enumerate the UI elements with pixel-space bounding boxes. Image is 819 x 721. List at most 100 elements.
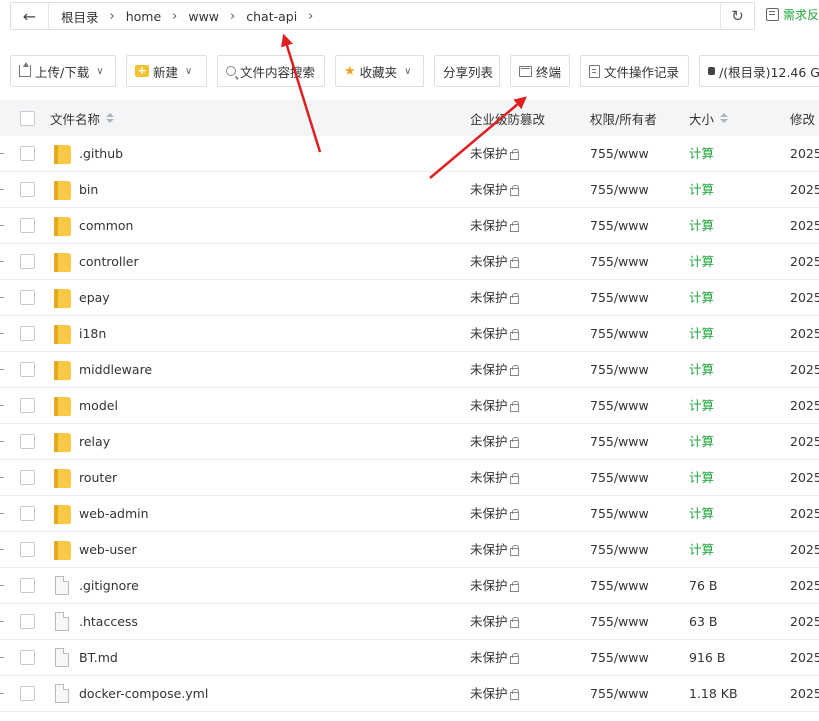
row-checkbox[interactable] xyxy=(20,686,35,701)
permission-owner[interactable]: 755/www xyxy=(590,136,649,172)
table-row[interactable]: bin 未保护 755/www 计算 2025 xyxy=(0,172,819,208)
row-checkbox[interactable] xyxy=(20,542,35,557)
protection-status[interactable]: 未保护 xyxy=(470,244,519,280)
permission-owner[interactable]: 755/www xyxy=(590,172,649,208)
protection-status[interactable]: 未保护 xyxy=(470,424,519,460)
calculate-size-link[interactable]: 计算 xyxy=(689,244,714,280)
table-row[interactable]: common 未保护 755/www 计算 2025 xyxy=(0,208,819,244)
table-row[interactable]: controller 未保护 755/www 计算 2025 xyxy=(0,244,819,280)
address-bar[interactable]: ← 根目录 › home › www › chat-api › ↻ xyxy=(10,2,755,30)
row-checkbox[interactable] xyxy=(20,146,35,161)
file-name[interactable]: router xyxy=(79,460,117,496)
table-row[interactable]: .gitignore 未保护 755/www 76 B 2025 xyxy=(0,568,819,604)
feedback-link[interactable]: 需求反 xyxy=(766,6,819,23)
permission-owner[interactable]: 755/www xyxy=(590,640,649,676)
file-name[interactable]: .gitignore xyxy=(79,568,139,604)
file-name[interactable]: relay xyxy=(79,424,110,460)
file-name[interactable]: docker-compose.yml xyxy=(79,676,208,712)
upload-download-button[interactable]: 上传/下载 ∨ xyxy=(10,55,116,87)
file-operation-log-button[interactable]: 文件操作记录 xyxy=(580,55,689,87)
permission-owner[interactable]: 755/www xyxy=(590,208,649,244)
protection-status[interactable]: 未保护 xyxy=(470,532,519,568)
new-button[interactable]: + 新建 ∨ xyxy=(126,55,207,87)
crumb-home[interactable]: home xyxy=(120,9,167,24)
row-checkbox[interactable] xyxy=(20,362,35,377)
calculate-size-link[interactable]: 计算 xyxy=(689,316,714,352)
calculate-size-link[interactable]: 计算 xyxy=(689,388,714,424)
calculate-size-link[interactable]: 计算 xyxy=(689,352,714,388)
crumb-chat-api[interactable]: chat-api xyxy=(240,9,303,24)
calculate-size-link[interactable]: 计算 xyxy=(689,136,714,172)
file-name[interactable]: bin xyxy=(79,172,98,208)
table-row[interactable]: .github 未保护 755/www 计算 2025 xyxy=(0,136,819,172)
protection-status[interactable]: 未保护 xyxy=(470,172,519,208)
refresh-icon[interactable]: ↻ xyxy=(720,3,754,29)
table-row[interactable]: i18n 未保护 755/www 计算 2025 xyxy=(0,316,819,352)
row-checkbox[interactable] xyxy=(20,290,35,305)
protection-status[interactable]: 未保护 xyxy=(470,496,519,532)
protection-status[interactable]: 未保护 xyxy=(470,352,519,388)
table-row[interactable]: middleware 未保护 755/www 计算 2025 xyxy=(0,352,819,388)
file-name[interactable]: model xyxy=(79,388,118,424)
file-name[interactable]: controller xyxy=(79,244,139,280)
protection-status[interactable]: 未保护 xyxy=(470,316,519,352)
permission-owner[interactable]: 755/www xyxy=(590,244,649,280)
calculate-size-link[interactable]: 计算 xyxy=(689,172,714,208)
table-row[interactable]: router 未保护 755/www 计算 2025 xyxy=(0,460,819,496)
file-name[interactable]: common xyxy=(79,208,133,244)
file-name[interactable]: web-admin xyxy=(79,496,149,532)
row-checkbox[interactable] xyxy=(20,506,35,521)
protection-status[interactable]: 未保护 xyxy=(470,604,519,640)
calculate-size-link[interactable]: 计算 xyxy=(689,280,714,316)
protection-status[interactable]: 未保护 xyxy=(470,388,519,424)
permission-owner[interactable]: 755/www xyxy=(590,460,649,496)
share-list-button[interactable]: 分享列表 xyxy=(434,55,500,87)
content-search-button[interactable]: 文件内容搜索 xyxy=(217,55,325,87)
protection-status[interactable]: 未保护 xyxy=(470,640,519,676)
permission-owner[interactable]: 755/www xyxy=(590,532,649,568)
back-arrow-icon[interactable]: ← xyxy=(11,3,49,29)
table-row[interactable]: docker-compose.yml 未保护 755/www 1.18 KB 2025 xyxy=(0,676,819,712)
permission-owner[interactable]: 755/www xyxy=(590,676,649,712)
row-checkbox[interactable] xyxy=(20,614,35,629)
permission-owner[interactable]: 755/www xyxy=(590,388,649,424)
table-row[interactable]: model 未保护 755/www 计算 2025 xyxy=(0,388,819,424)
select-all-checkbox[interactable] xyxy=(20,110,35,126)
permission-owner[interactable]: 755/www xyxy=(590,280,649,316)
file-name[interactable]: i18n xyxy=(79,316,106,352)
table-row[interactable]: relay 未保护 755/www 计算 2025 xyxy=(0,424,819,460)
table-row[interactable]: web-admin 未保护 755/www 计算 2025 xyxy=(0,496,819,532)
table-row[interactable]: web-user 未保护 755/www 计算 2025 xyxy=(0,532,819,568)
protection-status[interactable]: 未保护 xyxy=(470,676,519,712)
calculate-size-link[interactable]: 计算 xyxy=(689,424,714,460)
table-row[interactable]: BT.md 未保护 755/www 916 B 2025 xyxy=(0,640,819,676)
terminal-button[interactable]: 终端 xyxy=(510,55,570,87)
protection-status[interactable]: 未保护 xyxy=(470,460,519,496)
file-name[interactable]: middleware xyxy=(79,352,152,388)
row-checkbox[interactable] xyxy=(20,398,35,413)
file-name[interactable]: web-user xyxy=(79,532,137,568)
crumb-www[interactable]: www xyxy=(182,9,225,24)
table-row[interactable]: epay 未保护 755/www 计算 2025 xyxy=(0,280,819,316)
row-checkbox[interactable] xyxy=(20,434,35,449)
row-checkbox[interactable] xyxy=(20,326,35,341)
disk-selector[interactable]: /(根目录)12.46 G xyxy=(699,55,819,87)
permission-owner[interactable]: 755/www xyxy=(590,568,649,604)
permission-owner[interactable]: 755/www xyxy=(590,352,649,388)
protection-status[interactable]: 未保护 xyxy=(470,280,519,316)
header-name[interactable]: 文件名称 xyxy=(50,109,115,128)
crumb-root[interactable]: 根目录 xyxy=(55,7,105,26)
table-row[interactable]: .htaccess 未保护 755/www 63 B 2025 xyxy=(0,604,819,640)
permission-owner[interactable]: 755/www xyxy=(590,496,649,532)
file-name[interactable]: .htaccess xyxy=(79,604,138,640)
row-checkbox[interactable] xyxy=(20,182,35,197)
row-checkbox[interactable] xyxy=(20,254,35,269)
calculate-size-link[interactable]: 计算 xyxy=(689,460,714,496)
protection-status[interactable]: 未保护 xyxy=(470,208,519,244)
header-modified[interactable]: 修改 xyxy=(790,109,815,128)
row-checkbox[interactable] xyxy=(20,470,35,485)
file-name[interactable]: BT.md xyxy=(79,640,118,676)
permission-owner[interactable]: 755/www xyxy=(590,316,649,352)
protection-status[interactable]: 未保护 xyxy=(470,136,519,172)
protection-status[interactable]: 未保护 xyxy=(470,568,519,604)
